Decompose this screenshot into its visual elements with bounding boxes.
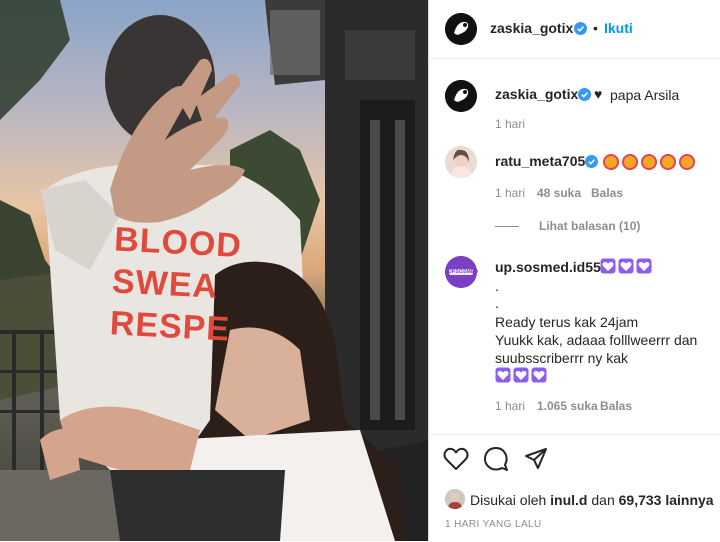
star-struck-emoji-icon	[622, 154, 638, 170]
comment-line: suubsscriberrr ny kak	[495, 350, 629, 366]
comment-likes[interactable]: 1.065 suka	[537, 399, 598, 413]
star-struck-emoji-icon	[641, 154, 657, 170]
comment-line: .	[495, 295, 499, 311]
verified-badge-icon	[585, 155, 598, 168]
post-photo[interactable]: BLOOD SWEA RESPE	[0, 0, 428, 541]
shirt-print: BLOOD SWEA RESPE	[108, 220, 243, 349]
caption-heart: ♥	[594, 86, 603, 102]
liked-prefix: Disukai oleh	[470, 492, 547, 508]
star-struck-emoji-icon	[660, 154, 676, 170]
star-struck-emoji-icon	[679, 154, 695, 170]
comment-username[interactable]: up.sosmed.id55	[495, 259, 601, 275]
post-details-panel: zaskia_gotix • Ikuti zaskia_gotix ♥ papa…	[428, 0, 720, 541]
caption-time[interactable]: 1 hari	[495, 117, 525, 131]
action-bar: Disukai oleh inul.d dan 69,733 lainnya 1…	[429, 434, 720, 542]
comment-reply-button[interactable]: Balas	[591, 186, 623, 200]
comment-hearts-end	[495, 367, 549, 385]
caption-username[interactable]: zaskia_gotix	[495, 86, 578, 102]
comment-time[interactable]: 1 hari	[495, 399, 525, 413]
star-struck-emoji-icon	[603, 154, 619, 170]
verified-badge-icon	[578, 88, 591, 101]
likes-summary: Disukai oleh inul.d dan 69,733 lainnya	[470, 492, 714, 508]
liked-user-link[interactable]: inul.d	[550, 492, 587, 508]
purple-heart-icon	[636, 258, 652, 274]
post-header: zaskia_gotix • Ikuti	[429, 0, 720, 59]
comment-hearts	[600, 258, 654, 276]
liker-avatar[interactable]	[445, 489, 465, 509]
comment-line: Ready terus kak 24jam	[495, 314, 639, 330]
comment-reply-button[interactable]: Balas	[600, 399, 632, 413]
comment-time[interactable]: 1 hari	[495, 186, 525, 200]
comment-username[interactable]: ratu_meta705	[495, 153, 585, 169]
comment-avatar-text: UPSOSMED	[448, 269, 479, 275]
caption-avatar[interactable]	[445, 80, 477, 112]
comment-line: .	[495, 278, 499, 294]
liked-count-link[interactable]: 69,733 lainnya	[619, 492, 714, 508]
purple-heart-icon	[495, 367, 511, 383]
comment-avatar[interactable]	[445, 146, 477, 178]
comment-line: Yuukk kak, adaaa folllweerrr dan	[495, 332, 698, 348]
purple-heart-icon	[513, 367, 529, 383]
author-username[interactable]: zaskia_gotix	[490, 20, 573, 36]
share-send-icon[interactable]	[524, 447, 548, 471]
replies-divider	[495, 226, 519, 227]
liked-and: dan	[591, 492, 615, 508]
view-replies-button[interactable]: Lihat balasan (10)	[539, 219, 640, 233]
follow-button[interactable]: Ikuti	[604, 20, 633, 36]
comment-emojis	[603, 154, 698, 173]
post-date[interactable]: 1 HARI YANG LALU	[445, 519, 542, 530]
verified-badge-icon	[574, 22, 587, 35]
author-avatar[interactable]	[445, 13, 477, 45]
purple-heart-icon	[531, 367, 547, 383]
purple-heart-icon	[600, 258, 616, 274]
comment-likes[interactable]: 48 suka	[537, 186, 581, 200]
like-heart-icon[interactable]	[443, 447, 469, 471]
caption-text: papa Arsila	[610, 87, 680, 103]
purple-heart-icon	[618, 258, 634, 274]
comment-bubble-icon[interactable]	[483, 446, 509, 472]
separator-dot: •	[593, 20, 598, 36]
